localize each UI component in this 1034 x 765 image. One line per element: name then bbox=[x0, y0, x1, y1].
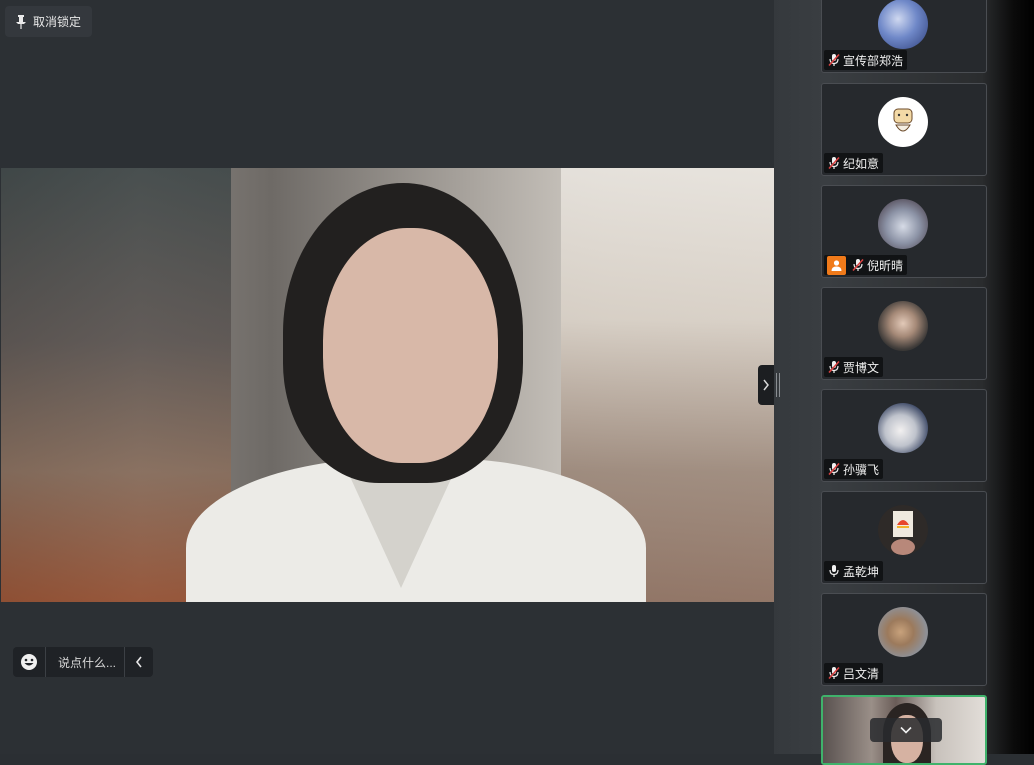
smile-icon bbox=[21, 654, 37, 670]
participant-name-tag: 吕文清 bbox=[824, 663, 884, 683]
participant-tile[interactable]: 纪如意 bbox=[821, 83, 987, 176]
anime-boy-avatar bbox=[878, 403, 928, 453]
chevron-right-icon bbox=[763, 379, 769, 391]
participant-name: 吕文清 bbox=[843, 666, 880, 681]
participant-tile[interactable]: 贾博文 bbox=[821, 287, 987, 380]
main-video-stage: 取消锁定 说点什么... bbox=[0, 0, 774, 754]
anime-avatar bbox=[878, 199, 928, 249]
participant-tile[interactable]: 孙骥飞 bbox=[821, 389, 987, 482]
mic-muted-icon bbox=[828, 360, 840, 374]
participant-name: 孙骥飞 bbox=[843, 462, 880, 477]
photo-avatar bbox=[878, 301, 928, 351]
chevron-left-icon bbox=[135, 656, 142, 668]
chat-input[interactable]: 说点什么... bbox=[46, 654, 124, 671]
cartoon-avatar bbox=[878, 97, 928, 147]
dog-avatar bbox=[878, 607, 928, 657]
chat-bar: 说点什么... bbox=[13, 647, 153, 677]
participant-tile[interactable]: 吕文清 bbox=[821, 593, 987, 686]
mic-muted-icon bbox=[828, 53, 840, 67]
mic-muted-icon bbox=[828, 462, 840, 476]
participant-name-tag: 倪昕晴 bbox=[824, 255, 908, 275]
unpin-label: 取消锁定 bbox=[33, 15, 82, 29]
resize-handle[interactable] bbox=[776, 373, 780, 397]
participant-tile[interactable]: 宣传部郑浩 bbox=[821, 0, 987, 73]
sidebar-toggle-button[interactable] bbox=[758, 365, 774, 405]
scroll-down-button[interactable] bbox=[870, 718, 942, 742]
unpin-button[interactable]: 取消锁定 bbox=[5, 6, 92, 37]
participant-name: 纪如意 bbox=[843, 156, 880, 171]
participant-name-tag: 贾博文 bbox=[824, 357, 884, 377]
mic-muted-icon bbox=[852, 258, 864, 272]
participant-tile[interactable]: 倪昕晴 bbox=[821, 185, 987, 278]
participant-tile[interactable]: 孟乾坤 bbox=[821, 491, 987, 584]
mic-muted-icon bbox=[828, 156, 840, 170]
participant-name: 孟乾坤 bbox=[843, 564, 880, 579]
emoji-button[interactable] bbox=[13, 647, 46, 677]
chevron-down-icon bbox=[900, 726, 912, 734]
participant-name: 倪昕晴 bbox=[867, 258, 904, 273]
participant-name: 贾博文 bbox=[843, 360, 880, 375]
host-badge-icon bbox=[827, 255, 846, 275]
logo-avatar bbox=[878, 505, 928, 555]
blue-sky-avatar bbox=[878, 0, 928, 49]
participant-name-tag: 宣传部郑浩 bbox=[824, 50, 908, 70]
speaker-video bbox=[1, 168, 774, 602]
participant-name-tag: 孙骥飞 bbox=[824, 459, 884, 479]
participant-name-tag: 纪如意 bbox=[824, 153, 884, 173]
participant-name: 宣传部郑浩 bbox=[843, 53, 904, 68]
mic-icon bbox=[829, 565, 839, 577]
pin-icon bbox=[16, 14, 26, 29]
mic-muted-icon bbox=[828, 666, 840, 680]
participant-name-tag: 孟乾坤 bbox=[824, 561, 884, 581]
chat-collapse-button[interactable] bbox=[124, 647, 153, 677]
